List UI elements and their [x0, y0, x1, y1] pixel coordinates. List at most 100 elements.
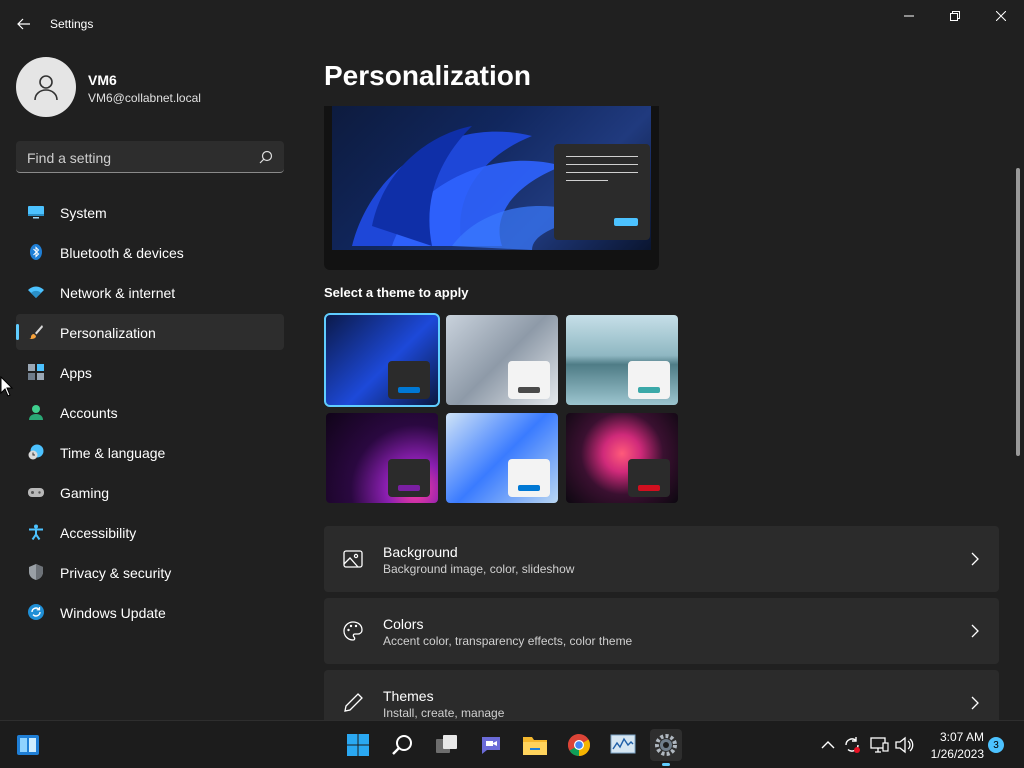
notification-badge[interactable]: 3 — [988, 737, 1004, 753]
sidebar-item-accounts[interactable]: Accounts — [16, 394, 284, 430]
theme-captured-motion[interactable] — [566, 315, 678, 405]
brush-icon — [29, 325, 43, 339]
card-subtitle: Install, create, manage — [383, 706, 505, 720]
sidebar-item-label: Windows Update — [60, 605, 166, 621]
sidebar-item-privacy[interactable]: Privacy & security — [16, 554, 284, 590]
user-profile[interactable]: VM6 VM6@collabnet.local — [16, 57, 286, 117]
card-subtitle: Background image, color, slideshow — [383, 562, 575, 576]
search-input[interactable]: Find a setting — [16, 141, 284, 173]
person-icon — [29, 405, 43, 420]
volume-icon[interactable] — [894, 735, 914, 755]
preview-button — [614, 218, 638, 226]
sidebar-item-time-language[interactable]: Time & language — [16, 434, 284, 470]
gamepad-icon — [28, 488, 44, 497]
restore-icon — [950, 11, 960, 21]
colors-setting-card[interactable]: Colors Accent color, transparency effect… — [324, 598, 999, 664]
theme-preview — [324, 106, 659, 270]
file-explorer-button[interactable] — [519, 729, 551, 761]
theme-accent — [638, 485, 660, 491]
start-button[interactable] — [342, 729, 374, 761]
chevron-right-icon — [971, 624, 979, 638]
card-title: Themes — [383, 688, 434, 704]
theme-accent — [398, 387, 420, 393]
search-icon — [259, 150, 273, 164]
scrollbar[interactable] — [1016, 168, 1020, 456]
theme-swatch — [508, 459, 550, 497]
close-icon — [996, 11, 1006, 21]
title-bar: Settings — [0, 0, 1024, 48]
sidebar-item-system[interactable]: System — [16, 194, 284, 230]
sidebar-item-label: Bluetooth & devices — [60, 245, 184, 261]
minimize-button[interactable] — [886, 0, 932, 32]
start-icon — [347, 734, 369, 756]
sidebar-item-label: Network & internet — [60, 285, 176, 301]
sidebar-item-label: Apps — [60, 365, 92, 381]
theme-accent — [638, 387, 660, 393]
task-view-icon — [436, 735, 457, 753]
theme-swatch — [628, 361, 670, 399]
chevron-up-icon[interactable] — [818, 735, 838, 755]
widgets-button[interactable] — [12, 729, 44, 761]
chevron-right-icon — [971, 696, 979, 710]
sidebar-item-personalization[interactable]: Personalization — [16, 314, 284, 350]
user-name: VM6 — [88, 72, 117, 88]
sidebar-item-label: Privacy & security — [60, 565, 172, 581]
teams-chat-button[interactable] — [475, 729, 507, 761]
apps-icon — [28, 364, 44, 380]
sidebar-item-bluetooth[interactable]: Bluetooth & devices — [16, 234, 284, 270]
shield-icon — [29, 564, 43, 580]
search-icon — [392, 735, 412, 755]
widgets-icon — [17, 735, 39, 755]
theme-flow-red[interactable] — [566, 413, 678, 503]
chrome-button[interactable] — [563, 729, 595, 761]
sidebar-item-accessibility[interactable]: Accessibility — [16, 514, 284, 550]
minimize-icon — [904, 15, 914, 17]
restore-button[interactable] — [932, 0, 978, 32]
active-app-indicator — [662, 763, 670, 766]
sidebar-item-apps[interactable]: Apps — [16, 354, 284, 390]
back-button[interactable] — [10, 10, 38, 38]
close-button[interactable] — [978, 0, 1024, 32]
theme-windows-light[interactable] — [446, 413, 558, 503]
performance-monitor-button[interactable] — [607, 729, 639, 761]
chrome-icon — [568, 734, 590, 756]
preview-line — [566, 156, 638, 157]
file-explorer-icon — [523, 737, 547, 755]
task-view-button[interactable] — [431, 729, 463, 761]
taskbar-search-button[interactable] — [387, 729, 419, 761]
page-title: Personalization — [324, 60, 531, 91]
settings-gear-icon — [655, 734, 677, 756]
pen-icon — [344, 693, 363, 712]
sidebar-item-windows-update[interactable]: Windows Update — [16, 594, 284, 630]
theme-sunrise-purple[interactable] — [326, 413, 438, 503]
theme-accent — [518, 485, 540, 491]
theme-grid — [324, 313, 680, 505]
theme-glow-light[interactable] — [446, 315, 558, 405]
taskbar: 3:07 AM 1/26/2023 3 — [0, 720, 1024, 768]
wifi-icon — [28, 286, 44, 298]
clock-time[interactable]: 3:07 AM — [920, 730, 984, 744]
clock-date[interactable]: 1/26/2023 — [920, 747, 984, 761]
sidebar-item-gaming[interactable]: Gaming — [16, 474, 284, 510]
theme-windows-dark[interactable] — [324, 313, 440, 407]
picture-icon — [343, 550, 363, 568]
themes-setting-card[interactable]: Themes Install, create, manage — [324, 670, 999, 720]
clock-globe-icon — [28, 444, 44, 460]
card-title: Background — [383, 544, 458, 560]
theme-swatch — [508, 361, 550, 399]
sidebar-item-label: System — [60, 205, 107, 221]
preview-window — [554, 144, 650, 240]
preview-line — [566, 164, 638, 165]
sync-icon[interactable] — [842, 735, 862, 755]
background-setting-card[interactable]: Background Background image, color, slid… — [324, 526, 999, 592]
sidebar-item-label: Gaming — [60, 485, 110, 501]
network-icon[interactable] — [869, 735, 889, 755]
sidebar-item-label: Accounts — [60, 405, 118, 421]
window-title: Settings — [50, 17, 94, 31]
sidebar-item-network[interactable]: Network & internet — [16, 274, 284, 310]
search-placeholder: Find a setting — [27, 150, 112, 166]
settings-taskbar-button[interactable] — [650, 729, 682, 761]
sidebar-nav: System Bluetooth & devices Network & int… — [16, 194, 284, 634]
teams-chat-icon — [482, 737, 500, 754]
bluetooth-icon — [30, 244, 42, 260]
